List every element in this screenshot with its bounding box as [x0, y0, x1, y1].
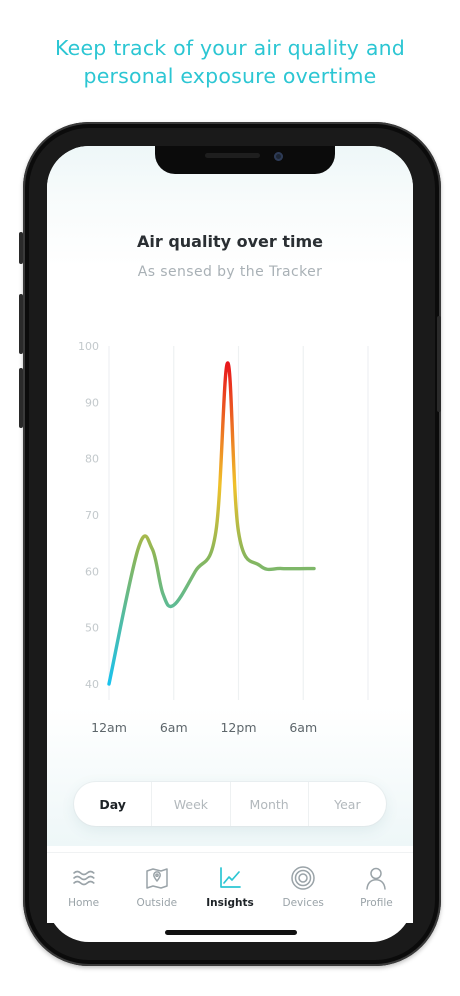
y-tick-label: 100: [78, 340, 99, 353]
headline-line-1: Keep track of your air quality and: [55, 36, 405, 60]
x-tick-label: 12am: [91, 720, 127, 735]
headline-line-2: personal exposure overtime: [83, 64, 377, 88]
segment-year[interactable]: Year: [309, 782, 386, 826]
volume-down-button: [19, 368, 23, 428]
y-tick-label: 60: [85, 565, 99, 578]
tab-outside-label: Outside: [136, 897, 178, 909]
tab-outside[interactable]: Outside: [120, 853, 193, 923]
tab-profile[interactable]: Profile: [340, 853, 413, 923]
waves-icon: [72, 870, 95, 886]
x-tick-label: 6am: [160, 720, 188, 735]
tab-devices[interactable]: Devices: [267, 853, 340, 923]
air-quality-line-chart: 40 50 60 70 80 90 100 12am 6am 12pm 6am: [78, 340, 369, 735]
y-tick-label: 40: [85, 678, 99, 691]
chart-line-icon: [220, 867, 241, 888]
tab-profile-label: Profile: [360, 897, 393, 909]
marketing-headline: Keep track of your air quality and perso…: [0, 34, 460, 90]
x-tick-label: 12pm: [220, 720, 256, 735]
chart-subtitle: As sensed by the Tracker: [137, 264, 323, 280]
power-button: [437, 316, 441, 412]
y-tick-label: 80: [85, 453, 99, 466]
segment-week[interactable]: Week: [152, 782, 231, 826]
silent-switch: [19, 232, 23, 264]
device-rings-icon: [291, 866, 315, 890]
map-pin-icon: [146, 868, 168, 889]
series-line: [107, 361, 316, 686]
time-range-selector: Day Week Month Year: [74, 782, 386, 826]
y-tick-label: 70: [85, 509, 99, 522]
tab-home[interactable]: Home: [47, 853, 120, 923]
chart-title: Air quality over time: [137, 232, 323, 251]
x-tick-label: 6am: [289, 720, 317, 735]
y-tick-label: 50: [85, 622, 99, 635]
volume-up-button: [19, 294, 23, 354]
earpiece-speaker: [205, 153, 260, 158]
tab-insights-label: Insights: [206, 897, 254, 909]
home-indicator[interactable]: [165, 930, 297, 935]
segment-day[interactable]: Day: [74, 782, 153, 826]
phone-notch: [155, 146, 335, 174]
person-icon: [366, 867, 387, 890]
segment-month[interactable]: Month: [231, 782, 309, 826]
bottom-tab-bar: Home Outside Insights Devices Profile: [47, 852, 413, 923]
tab-home-label: Home: [68, 897, 100, 909]
y-tick-label: 90: [85, 396, 99, 409]
front-camera: [274, 152, 283, 161]
tab-insights[interactable]: Insights: [193, 853, 266, 923]
tab-devices-label: Devices: [282, 897, 324, 909]
